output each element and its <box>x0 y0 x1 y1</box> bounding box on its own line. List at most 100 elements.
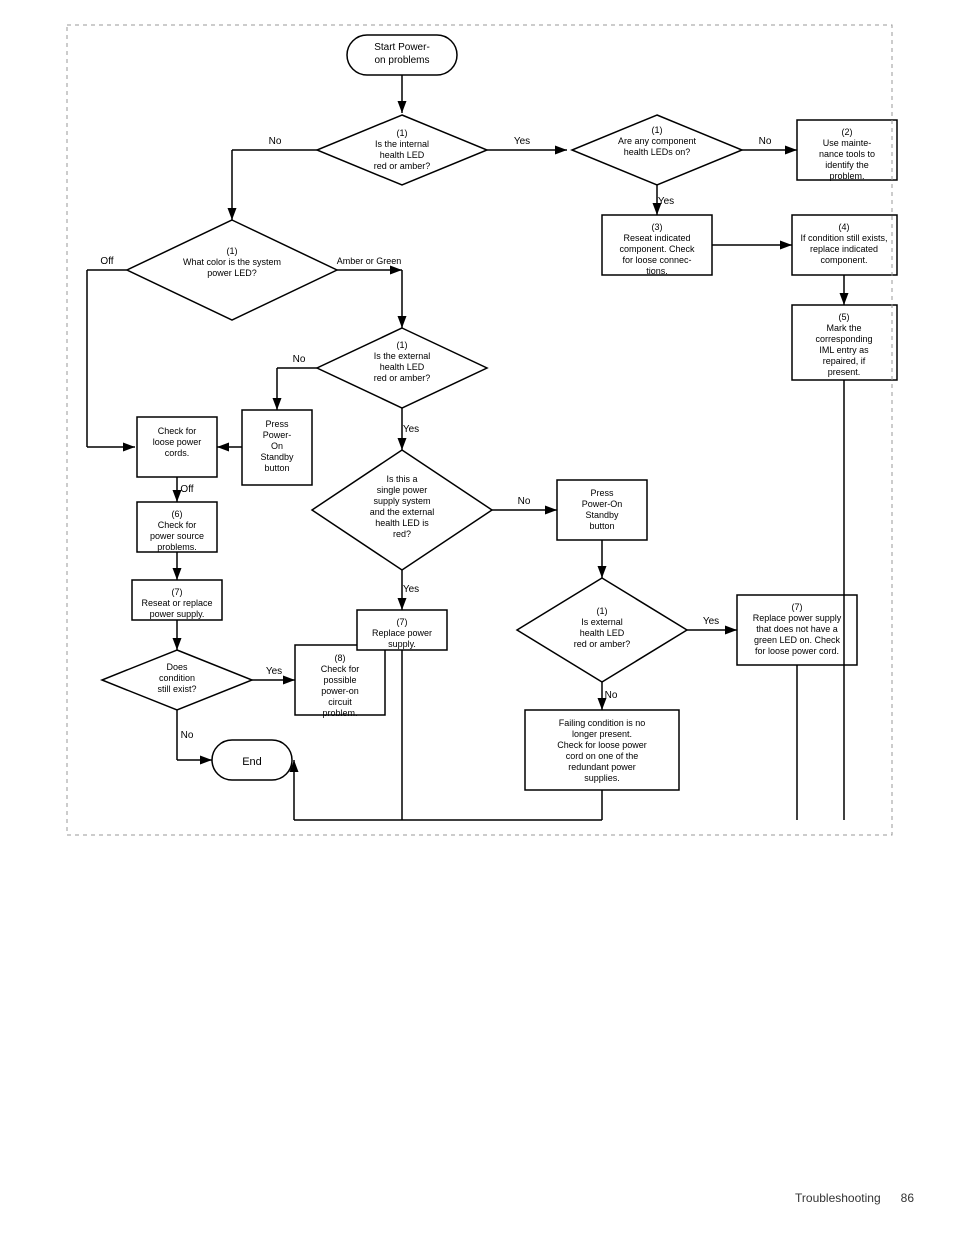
svg-text:problems.: problems. <box>157 542 197 552</box>
svg-text:Reseat indicated: Reseat indicated <box>623 233 690 243</box>
footer-area: Troubleshooting 86 <box>795 1191 914 1205</box>
svg-text:red or amber?: red or amber? <box>374 373 431 383</box>
svg-text:identify the: identify the <box>825 160 869 170</box>
svg-text:End: End <box>242 756 262 768</box>
svg-text:(1): (1) <box>397 128 408 138</box>
svg-text:for loose connec-: for loose connec- <box>622 255 691 265</box>
svg-text:Is this a: Is this a <box>386 474 417 484</box>
svg-text:power LED?: power LED? <box>207 268 257 278</box>
svg-text:Reseat or replace: Reseat or replace <box>141 598 212 608</box>
svg-text:tions.: tions. <box>646 266 668 276</box>
svg-text:health LEDs on?: health LEDs on? <box>624 147 691 157</box>
svg-text:(7): (7) <box>792 602 803 612</box>
start-label: Start Power- <box>374 42 430 53</box>
svg-text:Power-On: Power-On <box>582 499 623 509</box>
svg-text:component.: component. <box>820 255 867 265</box>
svg-text:Check for loose power: Check for loose power <box>557 740 647 750</box>
svg-text:cords.: cords. <box>165 448 190 458</box>
svg-text:possible: possible <box>323 675 356 685</box>
svg-text:still exist?: still exist? <box>157 684 196 694</box>
svg-text:(1): (1) <box>597 606 608 616</box>
svg-text:Off: Off <box>180 484 193 495</box>
svg-text:Press: Press <box>265 419 289 429</box>
svg-text:Replace power supply: Replace power supply <box>753 613 842 623</box>
svg-text:problem.: problem. <box>829 171 864 181</box>
svg-text:No: No <box>269 136 282 147</box>
svg-text:health LED: health LED <box>580 628 625 638</box>
svg-text:(7): (7) <box>172 587 183 597</box>
svg-text:Check for: Check for <box>158 520 197 530</box>
svg-text:circuit: circuit <box>328 697 352 707</box>
svg-text:(7): (7) <box>397 617 408 627</box>
svg-text:Does: Does <box>166 662 188 672</box>
svg-text:supply system: supply system <box>373 496 430 506</box>
svg-text:Use mainte-: Use mainte- <box>823 138 872 148</box>
svg-text:(1): (1) <box>227 246 238 256</box>
svg-text:that does not have a: that does not have a <box>756 624 838 634</box>
svg-text:Amber or Green: Amber or Green <box>337 256 402 266</box>
svg-text:(2): (2) <box>842 127 853 137</box>
svg-text:Press: Press <box>590 488 614 498</box>
svg-text:Yes: Yes <box>266 666 282 677</box>
footer-section: Troubleshooting <box>795 1191 881 1205</box>
svg-text:health LED: health LED <box>380 362 425 372</box>
svg-text:No: No <box>293 354 306 365</box>
svg-text:repaired, if: repaired, if <box>823 356 866 366</box>
svg-text:IML entry as: IML entry as <box>819 345 869 355</box>
svg-text:power source: power source <box>150 531 204 541</box>
svg-text:Yes: Yes <box>703 616 719 627</box>
footer-page: 86 <box>901 1191 914 1205</box>
svg-text:single power: single power <box>377 485 428 495</box>
svg-text:Is the internal: Is the internal <box>375 139 429 149</box>
flowchart-area: Start Power- on problems (1) Is the inte… <box>47 20 907 1000</box>
svg-text:cord on one of the: cord on one of the <box>566 751 639 761</box>
svg-text:On: On <box>271 441 283 451</box>
svg-text:What color is the system: What color is the system <box>183 257 281 267</box>
svg-text:If condition still exists,: If condition still exists, <box>800 233 887 243</box>
svg-text:component. Check: component. Check <box>619 244 695 254</box>
svg-text:red?: red? <box>393 529 411 539</box>
svg-text:present.: present. <box>828 367 861 377</box>
svg-text:Standby: Standby <box>260 452 294 462</box>
svg-text:(6): (6) <box>172 509 183 519</box>
svg-text:No: No <box>518 496 531 507</box>
svg-text:for loose power cord.: for loose power cord. <box>755 646 839 656</box>
svg-text:Check for: Check for <box>321 664 360 674</box>
svg-text:corresponding: corresponding <box>815 334 872 344</box>
svg-text:power-on: power-on <box>321 686 359 696</box>
svg-text:Yes: Yes <box>658 196 674 207</box>
svg-text:longer present.: longer present. <box>572 729 632 739</box>
svg-text:power supply.: power supply. <box>150 609 205 619</box>
svg-text:Power-: Power- <box>263 430 292 440</box>
svg-text:loose power: loose power <box>153 437 202 447</box>
svg-text:red or amber?: red or amber? <box>574 639 631 649</box>
svg-text:Is external: Is external <box>581 617 623 627</box>
svg-text:No: No <box>759 136 772 147</box>
svg-text:health LED: health LED <box>380 150 425 160</box>
svg-text:red or amber?: red or amber? <box>374 161 431 171</box>
svg-text:(1): (1) <box>652 125 663 135</box>
svg-text:Failing condition is no: Failing condition is no <box>559 718 646 728</box>
svg-text:Replace power: Replace power <box>372 628 432 638</box>
svg-text:replace indicated: replace indicated <box>810 244 878 254</box>
svg-text:Mark the: Mark the <box>826 323 861 333</box>
svg-text:(3): (3) <box>652 222 663 232</box>
svg-text:button: button <box>589 521 614 531</box>
svg-text:and the external: and the external <box>370 507 435 517</box>
svg-text:supply.: supply. <box>388 639 416 649</box>
svg-text:green LED on. Check: green LED on. Check <box>754 635 841 645</box>
svg-text:Standby: Standby <box>585 510 619 520</box>
svg-text:No: No <box>605 690 618 701</box>
svg-text:Yes: Yes <box>403 424 419 435</box>
svg-text:(5): (5) <box>839 312 850 322</box>
svg-text:Yes: Yes <box>514 136 530 147</box>
svg-text:condition: condition <box>159 673 195 683</box>
svg-text:health LED is: health LED is <box>375 518 429 528</box>
page-container: Start Power- on problems (1) Is the inte… <box>0 0 954 1235</box>
svg-text:nance tools to: nance tools to <box>819 149 875 159</box>
svg-text:problem.: problem. <box>322 708 357 718</box>
svg-text:Off: Off <box>100 256 113 267</box>
svg-text:(1): (1) <box>397 340 408 350</box>
svg-text:(8): (8) <box>335 653 346 663</box>
svg-text:Are any component: Are any component <box>618 136 697 146</box>
